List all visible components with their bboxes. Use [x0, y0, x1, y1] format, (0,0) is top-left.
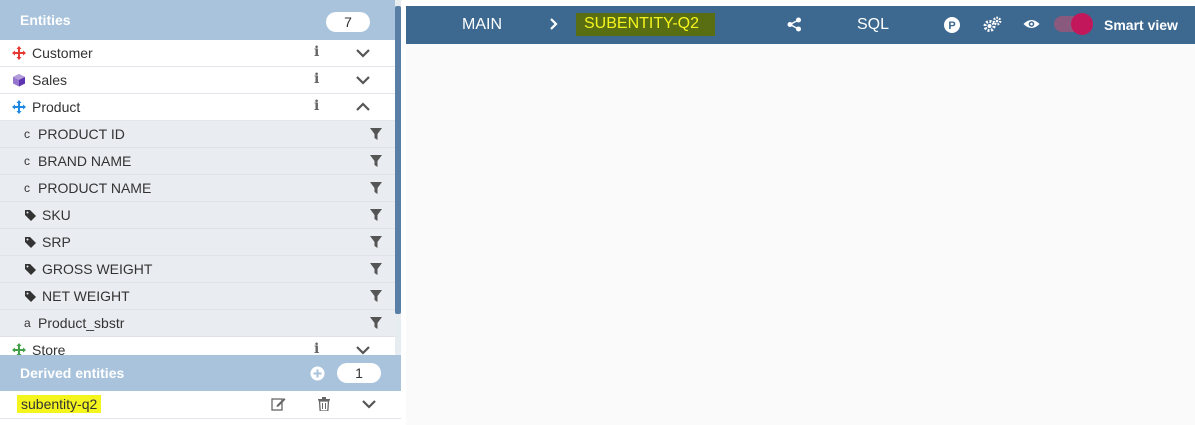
- cube-purple-icon: [13, 74, 25, 87]
- entity-label: Store: [32, 342, 66, 355]
- edit-icon[interactable]: [271, 397, 286, 411]
- info-icon[interactable]: i: [314, 341, 319, 355]
- attribute-row[interactable]: c BRAND NAME: [0, 148, 395, 175]
- gears-icon[interactable]: [983, 16, 1002, 33]
- current-breadcrumb: SUBENTITY-Q2: [576, 13, 715, 36]
- trash-icon[interactable]: [318, 397, 330, 411]
- chevron-up-icon[interactable]: [355, 100, 371, 114]
- chevron-down-icon[interactable]: [355, 343, 371, 355]
- derived-entity-row[interactable]: subentity-q2: [0, 391, 401, 419]
- entity-row-product[interactable]: Product i: [0, 94, 395, 121]
- attribute-row[interactable]: GROSS WEIGHT: [0, 256, 395, 283]
- scrollbar-thumb[interactable]: [395, 6, 401, 314]
- attribute-label: Product_sbstr: [38, 315, 125, 331]
- smart-view-label: Smart view: [1104, 17, 1178, 33]
- toggle-knob[interactable]: [1071, 13, 1093, 35]
- attribute-label: BRAND NAME: [38, 153, 132, 169]
- filter-icon[interactable]: [370, 317, 382, 330]
- filter-icon[interactable]: [370, 209, 382, 222]
- main-canvas: [406, 44, 1195, 425]
- sql-button[interactable]: SQL: [857, 16, 889, 34]
- info-icon[interactable]: i: [314, 71, 319, 87]
- entity-row-customer[interactable]: Customer i: [0, 40, 395, 67]
- entity-row-store[interactable]: Store i: [0, 337, 395, 355]
- chevron-down-icon[interactable]: [361, 399, 377, 411]
- derived-entity-name[interactable]: subentity-q2: [17, 395, 102, 413]
- attribute-type: c: [24, 127, 30, 141]
- entity-label: Customer: [32, 45, 93, 61]
- tag-icon: [25, 291, 36, 302]
- attribute-label: NET WEIGHT: [42, 288, 130, 304]
- eye-icon[interactable]: [1023, 18, 1040, 30]
- share-icon[interactable]: [787, 17, 802, 32]
- chevron-right-icon: [550, 18, 558, 30]
- info-icon[interactable]: i: [314, 98, 319, 114]
- left-panel: Entities 7 Customer i Sales i Product i …: [0, 0, 401, 425]
- entity-label: Sales: [32, 72, 68, 88]
- derived-title: Derived entities: [20, 365, 125, 381]
- info-icon[interactable]: i: [314, 44, 319, 60]
- attribute-row[interactable]: SKU: [0, 202, 395, 229]
- attribute-label: PRODUCT ID: [38, 126, 125, 142]
- attribute-type: a: [24, 316, 31, 330]
- entities-count-badge: 7: [326, 12, 370, 32]
- p-circle-icon[interactable]: P: [944, 17, 960, 33]
- filter-icon[interactable]: [370, 290, 382, 303]
- chevron-down-icon[interactable]: [355, 73, 371, 87]
- tag-icon: [25, 264, 36, 275]
- attribute-row[interactable]: c PRODUCT ID: [0, 121, 395, 148]
- attribute-row[interactable]: c PRODUCT NAME: [0, 175, 395, 202]
- attribute-label: GROSS WEIGHT: [42, 261, 153, 277]
- tag-icon: [25, 237, 36, 248]
- entity-row-sales[interactable]: Sales i: [0, 67, 395, 94]
- attribute-row[interactable]: a Product_sbstr: [0, 310, 395, 337]
- attribute-label: PRODUCT NAME: [38, 180, 152, 196]
- add-circle-icon[interactable]: [310, 366, 325, 381]
- main-breadcrumb-link[interactable]: MAIN: [462, 16, 502, 34]
- attribute-row[interactable]: SRP: [0, 229, 395, 256]
- entities-panel: Entities 7 Customer i Sales i Product i …: [0, 0, 395, 355]
- filter-icon[interactable]: [370, 128, 382, 141]
- derived-header: Derived entities 1: [0, 355, 401, 391]
- chevron-down-icon[interactable]: [355, 46, 371, 60]
- p-label: P: [948, 20, 955, 32]
- smart-view-toggle[interactable]: [1054, 13, 1093, 35]
- entities-header: Entities 7: [0, 0, 395, 40]
- attribute-row[interactable]: NET WEIGHT: [0, 283, 395, 310]
- top-toolbar: MAIN SUBENTITY-Q2 SQL P Smart view: [406, 6, 1195, 44]
- arrows-move-blue-icon: [12, 100, 26, 114]
- attribute-label: SKU: [42, 207, 71, 223]
- arrows-move-green-icon: [12, 343, 26, 355]
- derived-count-badge: 1: [337, 363, 381, 383]
- filter-icon[interactable]: [370, 155, 382, 168]
- attribute-type: c: [24, 181, 30, 195]
- filter-icon[interactable]: [370, 263, 382, 276]
- tag-icon: [25, 210, 36, 221]
- attribute-label: SRP: [42, 234, 71, 250]
- arrows-move-red-icon: [12, 46, 26, 60]
- entities-title: Entities: [20, 12, 71, 28]
- derived-entities-panel: Derived entities 1 subentity-q2: [0, 355, 401, 425]
- attribute-type: c: [24, 154, 30, 168]
- filter-icon[interactable]: [370, 236, 382, 249]
- entity-label: Product: [32, 99, 81, 115]
- filter-icon[interactable]: [370, 182, 382, 195]
